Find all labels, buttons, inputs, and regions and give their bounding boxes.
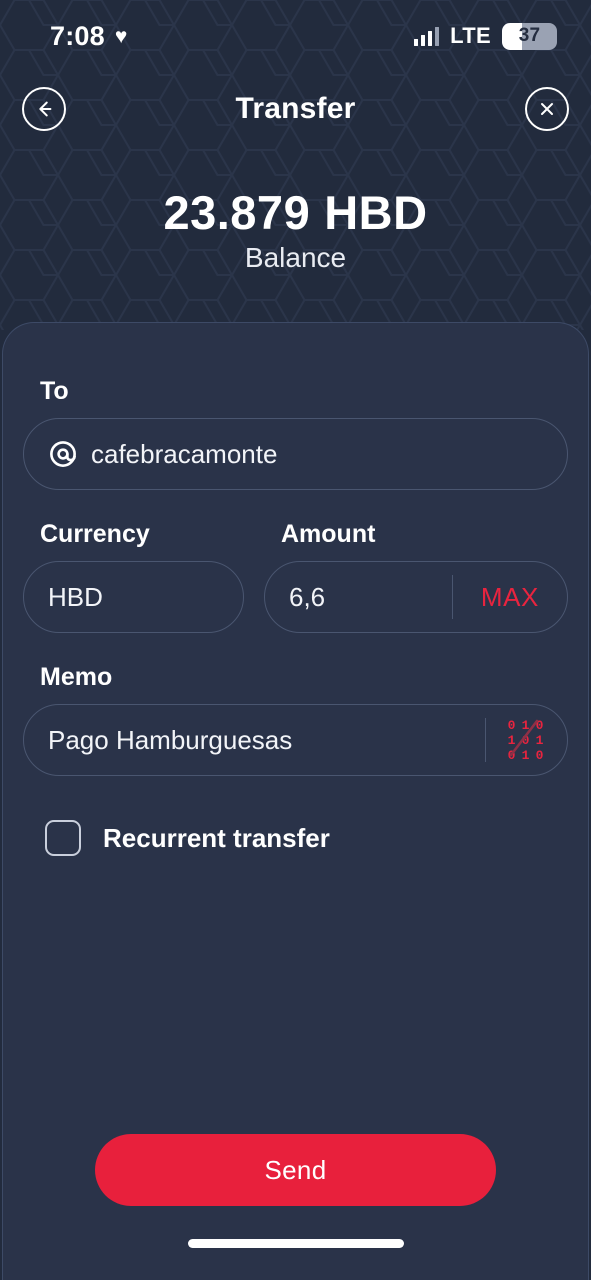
memo-encrypt-toggle[interactable]: 0 1 0 1 0 1 0 1 0	[492, 719, 567, 762]
recurrent-transfer-row[interactable]: Recurrent transfer	[45, 820, 568, 856]
home-indicator[interactable]	[187, 1238, 404, 1248]
send-button-area: Send	[23, 1134, 568, 1206]
currency-label: Currency	[40, 520, 150, 548]
memo-input[interactable]: Pago Hamburguesas	[48, 725, 481, 756]
form-spacer	[23, 856, 568, 1134]
currency-amount-row: Currency HBD Amount 6,6 MAX	[23, 520, 568, 633]
memo-field-group: Memo Pago Hamburguesas 0 1 0 1 0 1 0 1 0	[23, 663, 568, 776]
memo-input-wrapper: Pago Hamburguesas 0 1 0 1 0 1 0 1 0	[23, 704, 568, 776]
balance-currency-symbol: HBD	[324, 185, 428, 239]
recurrent-transfer-label: Recurrent transfer	[103, 822, 330, 853]
network-type-label: LTE	[450, 23, 491, 48]
status-bar-left: 7:08 ♥	[50, 21, 127, 52]
transfer-form-card: To cafebracamonte Currency HBD Amount 6,…	[2, 322, 589, 1280]
balance-amount-value: 23.879	[163, 185, 311, 239]
at-sign-icon	[48, 439, 78, 469]
to-label: To	[40, 377, 69, 405]
close-x-icon	[541, 103, 553, 115]
amount-label: Amount	[281, 520, 376, 548]
arrow-left-icon	[39, 101, 52, 117]
status-bar: 7:08 ♥ LTE 37	[0, 0, 591, 72]
to-value: cafebracamonte	[91, 438, 278, 469]
binary-digit: 0	[507, 717, 516, 733]
checkbox-unchecked-icon[interactable]	[45, 820, 81, 856]
battery-icon: 37	[502, 22, 557, 50]
amount-divider	[451, 575, 453, 619]
binary-digit: 0	[521, 732, 530, 748]
amount-input-wrapper: 6,6 MAX	[264, 561, 568, 633]
to-input[interactable]: cafebracamonte	[23, 418, 568, 490]
close-button[interactable]	[525, 87, 569, 131]
binary-digit: 0	[535, 717, 544, 733]
clock-time: 7:08	[50, 20, 105, 51]
send-button[interactable]: Send	[95, 1134, 496, 1206]
amount-input[interactable]: 6,6	[289, 582, 448, 613]
page-title: Transfer	[235, 92, 356, 125]
memo-label: Memo	[40, 663, 113, 691]
binary-digit: 1	[507, 732, 516, 748]
battery-percent-label: 37	[518, 25, 541, 46]
status-bar-right: LTE 37	[413, 22, 557, 50]
navigation-bar: Transfer	[0, 72, 591, 146]
binary-digit: 1	[521, 717, 530, 733]
home-indicator-area	[23, 1206, 568, 1280]
currency-field-group: Currency HBD	[23, 520, 244, 633]
transfer-screen: 7:08 ♥ LTE 37 Transfer 23.879 HBD Balanc…	[0, 0, 591, 1280]
binary-digit: 1	[535, 732, 544, 748]
currency-value: HBD	[48, 581, 103, 612]
to-field-group: To cafebracamonte	[23, 377, 568, 490]
max-button[interactable]: MAX	[459, 582, 567, 613]
heart-icon: ♥	[114, 24, 128, 48]
memo-divider	[485, 718, 486, 762]
binary-encrypt-off-icon: 0 1 0 1 0 1 0 1 0	[506, 719, 545, 762]
balance-amount-row: 23.879 HBD	[163, 185, 427, 240]
signal-bars-icon	[413, 26, 440, 46]
binary-digit: 0	[507, 747, 516, 763]
back-button[interactable]	[22, 87, 66, 131]
binary-digit: 0	[535, 747, 544, 763]
amount-field-group: Amount 6,6 MAX	[264, 520, 568, 633]
binary-digit: 1	[521, 747, 530, 763]
balance-section: 23.879 HBD Balance	[0, 146, 591, 322]
balance-caption: Balance	[244, 241, 347, 273]
currency-select[interactable]: HBD	[23, 561, 244, 633]
